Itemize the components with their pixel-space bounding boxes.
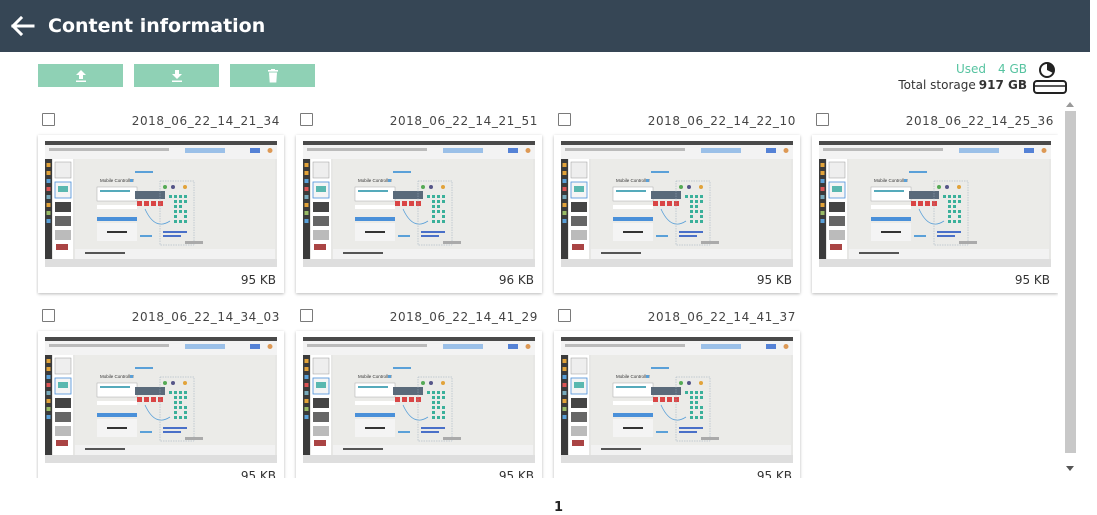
content-card: 2018_06_22_14_25_36 Mobile Controller 95… <box>812 112 1058 293</box>
select-checkbox[interactable] <box>42 113 55 126</box>
svg-text:Mobile Controller: Mobile Controller <box>100 374 135 379</box>
card-thumbnail[interactable]: Mobile Controller 95 KB <box>296 331 542 478</box>
back-button[interactable] <box>0 0 44 52</box>
file-size: 95 KB <box>498 469 534 478</box>
select-checkbox[interactable] <box>300 113 313 126</box>
select-checkbox[interactable] <box>300 309 313 322</box>
select-checkbox[interactable] <box>816 113 829 126</box>
storage-total: Total storage 917 GB <box>898 78 1027 92</box>
file-size: 95 KB <box>1014 273 1050 287</box>
screenshot-thumbnail-image: Mobile Controller <box>45 337 277 463</box>
card-date: 2018_06_22_14_22_10 <box>647 114 796 128</box>
total-label: Total storage <box>898 78 976 92</box>
card-thumbnail[interactable]: Mobile Controller 95 KB <box>38 331 284 478</box>
header-bar: Content information <box>0 0 1090 52</box>
svg-text:Mobile Controller: Mobile Controller <box>616 374 651 379</box>
file-size: 95 KB <box>756 273 792 287</box>
select-checkbox[interactable] <box>42 309 55 322</box>
card-header: 2018_06_22_14_41_29 <box>296 308 542 328</box>
file-size: 95 KB <box>756 469 792 478</box>
scroll-up-arrow-icon[interactable] <box>1066 102 1074 107</box>
content-information-page: Content information Used 4 GB Total stora… <box>0 0 1097 515</box>
card-header: 2018_06_22_14_25_36 <box>812 112 1058 132</box>
content-card: 2018_06_22_14_22_10 Mobile Controller 95… <box>554 112 800 293</box>
card-thumbnail[interactable]: Mobile Controller 95 KB <box>554 135 800 293</box>
disk-usage-icon <box>1033 62 1067 94</box>
file-size: 95 KB <box>240 469 276 478</box>
card-header: 2018_06_22_14_21_34 <box>38 112 284 132</box>
download-button[interactable] <box>134 64 219 87</box>
storage-summary: Used 4 GB Total storage 917 GB <box>898 62 1027 92</box>
content-card: 2018_06_22_14_21_51 Mobile Controller 96… <box>296 112 542 293</box>
card-date: 2018_06_22_14_21_34 <box>131 114 280 128</box>
svg-text:Mobile Controller: Mobile Controller <box>358 374 393 379</box>
scroll-down-arrow-icon[interactable] <box>1066 466 1074 471</box>
content-card: 2018_06_22_14_41_37 Mobile Controller 95… <box>554 308 800 478</box>
card-date: 2018_06_22_14_41_37 <box>647 310 796 324</box>
toolbar <box>38 64 315 87</box>
upload-icon <box>75 69 86 82</box>
card-header: 2018_06_22_14_34_03 <box>38 308 284 328</box>
svg-text:Mobile Controller: Mobile Controller <box>874 178 909 183</box>
content-grid: 2018_06_22_14_21_34 Mobile Controller 95… <box>36 112 1058 478</box>
upload-button[interactable] <box>38 64 123 87</box>
file-size: 96 KB <box>498 273 534 287</box>
screenshot-thumbnail-image: Mobile Controller <box>303 337 535 463</box>
card-date: 2018_06_22_14_21_51 <box>389 114 538 128</box>
card-header: 2018_06_22_14_21_51 <box>296 112 542 132</box>
content-card: 2018_06_22_14_41_29 Mobile Controller 95… <box>296 308 542 478</box>
card-date: 2018_06_22_14_34_03 <box>131 310 280 324</box>
delete-button[interactable] <box>230 64 315 87</box>
card-date: 2018_06_22_14_25_36 <box>905 114 1054 128</box>
card-thumbnail[interactable]: Mobile Controller 96 KB <box>296 135 542 293</box>
card-header: 2018_06_22_14_22_10 <box>554 112 800 132</box>
screenshot-thumbnail-image: Mobile Controller <box>45 141 277 267</box>
storage-used: Used 4 GB <box>898 62 1027 76</box>
screenshot-thumbnail-image: Mobile Controller <box>819 141 1051 267</box>
page-title: Content information <box>48 15 266 37</box>
select-checkbox[interactable] <box>558 113 571 126</box>
trash-icon <box>267 68 278 82</box>
svg-text:Mobile Controller: Mobile Controller <box>100 178 135 183</box>
screenshot-thumbnail-image: Mobile Controller <box>561 337 793 463</box>
download-icon <box>171 69 182 82</box>
page-number[interactable]: 1 <box>554 500 563 515</box>
used-label: Used <box>955 62 987 76</box>
svg-text:Mobile Controller: Mobile Controller <box>358 178 393 183</box>
card-header: 2018_06_22_14_41_37 <box>554 308 800 328</box>
svg-text:Mobile Controller: Mobile Controller <box>616 178 651 183</box>
arrow-left-icon <box>10 15 35 37</box>
card-date: 2018_06_22_14_41_29 <box>389 310 538 324</box>
card-thumbnail[interactable]: Mobile Controller 95 KB <box>38 135 284 293</box>
card-thumbnail[interactable]: Mobile Controller 95 KB <box>812 135 1058 293</box>
card-thumbnail[interactable]: Mobile Controller 95 KB <box>554 331 800 478</box>
total-value: 917 GB <box>978 78 1027 92</box>
vertical-scrollbar[interactable] <box>1063 100 1077 478</box>
file-size: 95 KB <box>240 273 276 287</box>
used-value: 4 GB <box>998 62 1027 76</box>
content-card: 2018_06_22_14_21_34 Mobile Controller 95… <box>38 112 284 293</box>
scrollbar-thumb[interactable] <box>1065 111 1076 453</box>
screenshot-thumbnail-image: Mobile Controller <box>561 141 793 267</box>
select-checkbox[interactable] <box>558 309 571 322</box>
content-card: 2018_06_22_14_34_03 Mobile Controller 95… <box>38 308 284 478</box>
screenshot-thumbnail-image: Mobile Controller <box>303 141 535 267</box>
